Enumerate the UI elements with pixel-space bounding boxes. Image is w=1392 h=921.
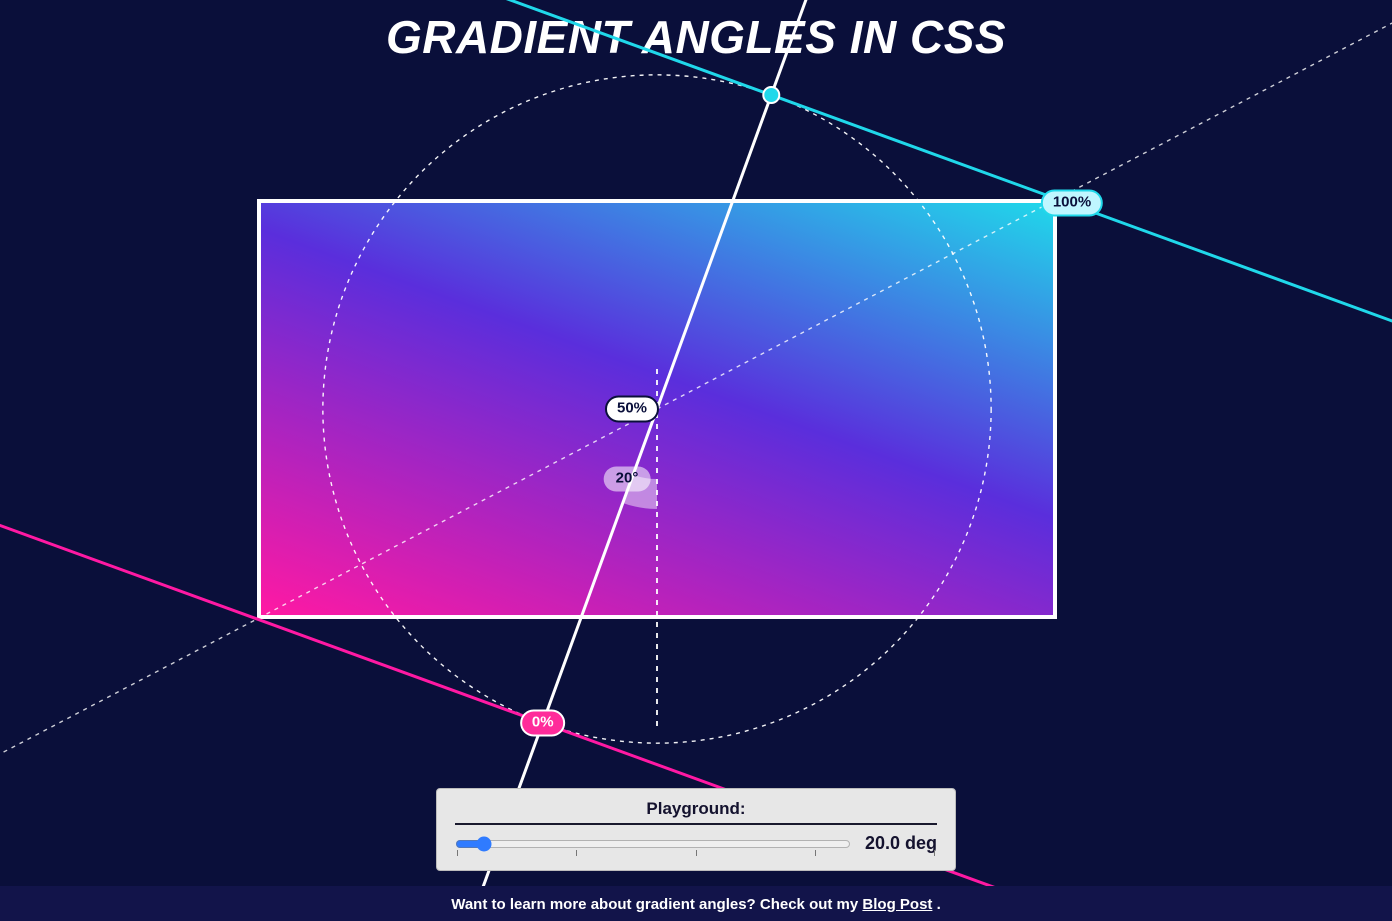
label-angle-badge: 20° [604, 467, 651, 492]
footer-bar: Want to learn more about gradient angles… [0, 886, 1392, 921]
footer-text-b: . [937, 896, 941, 913]
playground-panel: Playground: 20.0 deg [436, 788, 956, 871]
label-50-percent: 50% [605, 396, 659, 423]
stage: GRADIENT ANGLES IN CSS 0% 50% 100% 20° P… [0, 0, 1392, 921]
label-0-percent: 0% [520, 709, 566, 736]
playground-title: Playground: [455, 799, 937, 819]
footer-blog-link[interactable]: Blog Post [862, 896, 932, 913]
page-title: GRADIENT ANGLES IN CSS [0, 10, 1392, 64]
angle-slider[interactable] [455, 834, 851, 854]
label-100-percent: 100% [1041, 190, 1103, 217]
angle-readout: 20.0 deg [865, 833, 937, 854]
footer-text-a: Want to learn more about gradient angles… [451, 896, 862, 913]
